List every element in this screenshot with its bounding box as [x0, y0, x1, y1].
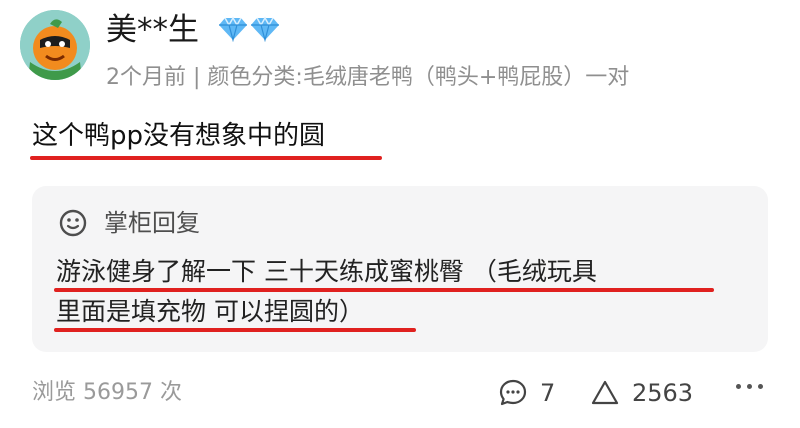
highlight-underline: [54, 288, 714, 292]
seller-reply: 掌柜回复 游泳健身了解一下 三十天练成蜜桃臀 （毛绒玩具 里面是填充物 可以捏圆…: [32, 186, 768, 352]
vip-badges: [218, 16, 280, 42]
avatar[interactable]: [20, 10, 90, 80]
smile-icon: [59, 209, 87, 237]
dot: [758, 384, 763, 389]
comment-meta: 2个月前 | 颜色分类:毛绒唐老鸭（鸭头+鸭屁股）一对: [106, 62, 629, 94]
post-time: 2个月前: [106, 65, 186, 90]
comment-text: 这个鸭pp没有想象中的圆: [32, 121, 326, 151]
meta-separator: |: [193, 65, 201, 90]
diamond-icon: [219, 16, 247, 42]
comment-button[interactable]: 7: [498, 376, 555, 410]
reply-text-line: 里面是填充物 可以捏圆的）: [56, 297, 364, 326]
triangle-up-icon: [591, 380, 619, 405]
orange-cartoon-avatar-icon: [20, 10, 90, 80]
product-variant: 颜色分类:毛绒唐老鸭（鸭头+鸭屁股）一对: [207, 65, 630, 90]
diamond-icon: [251, 16, 279, 42]
highlight-underline: [54, 328, 416, 332]
reply-header: 掌柜回复: [58, 208, 200, 238]
username[interactable]: 美**生: [106, 10, 199, 50]
like-button[interactable]: 2563: [590, 376, 693, 410]
comment-bubble-icon: [499, 379, 527, 406]
reply-text-line: 游泳健身了解一下 三十天练成蜜桃臀 （毛绒玩具: [56, 257, 597, 286]
more-dots-icon[interactable]: [736, 384, 763, 389]
reply-title: 掌柜回复: [104, 209, 200, 237]
comment-count: 7: [540, 379, 556, 407]
highlight-underline: [30, 156, 382, 160]
like-count: 2563: [632, 379, 694, 407]
dot: [747, 384, 752, 389]
view-count: 浏览 56957 次: [32, 380, 182, 405]
dot: [736, 384, 741, 389]
